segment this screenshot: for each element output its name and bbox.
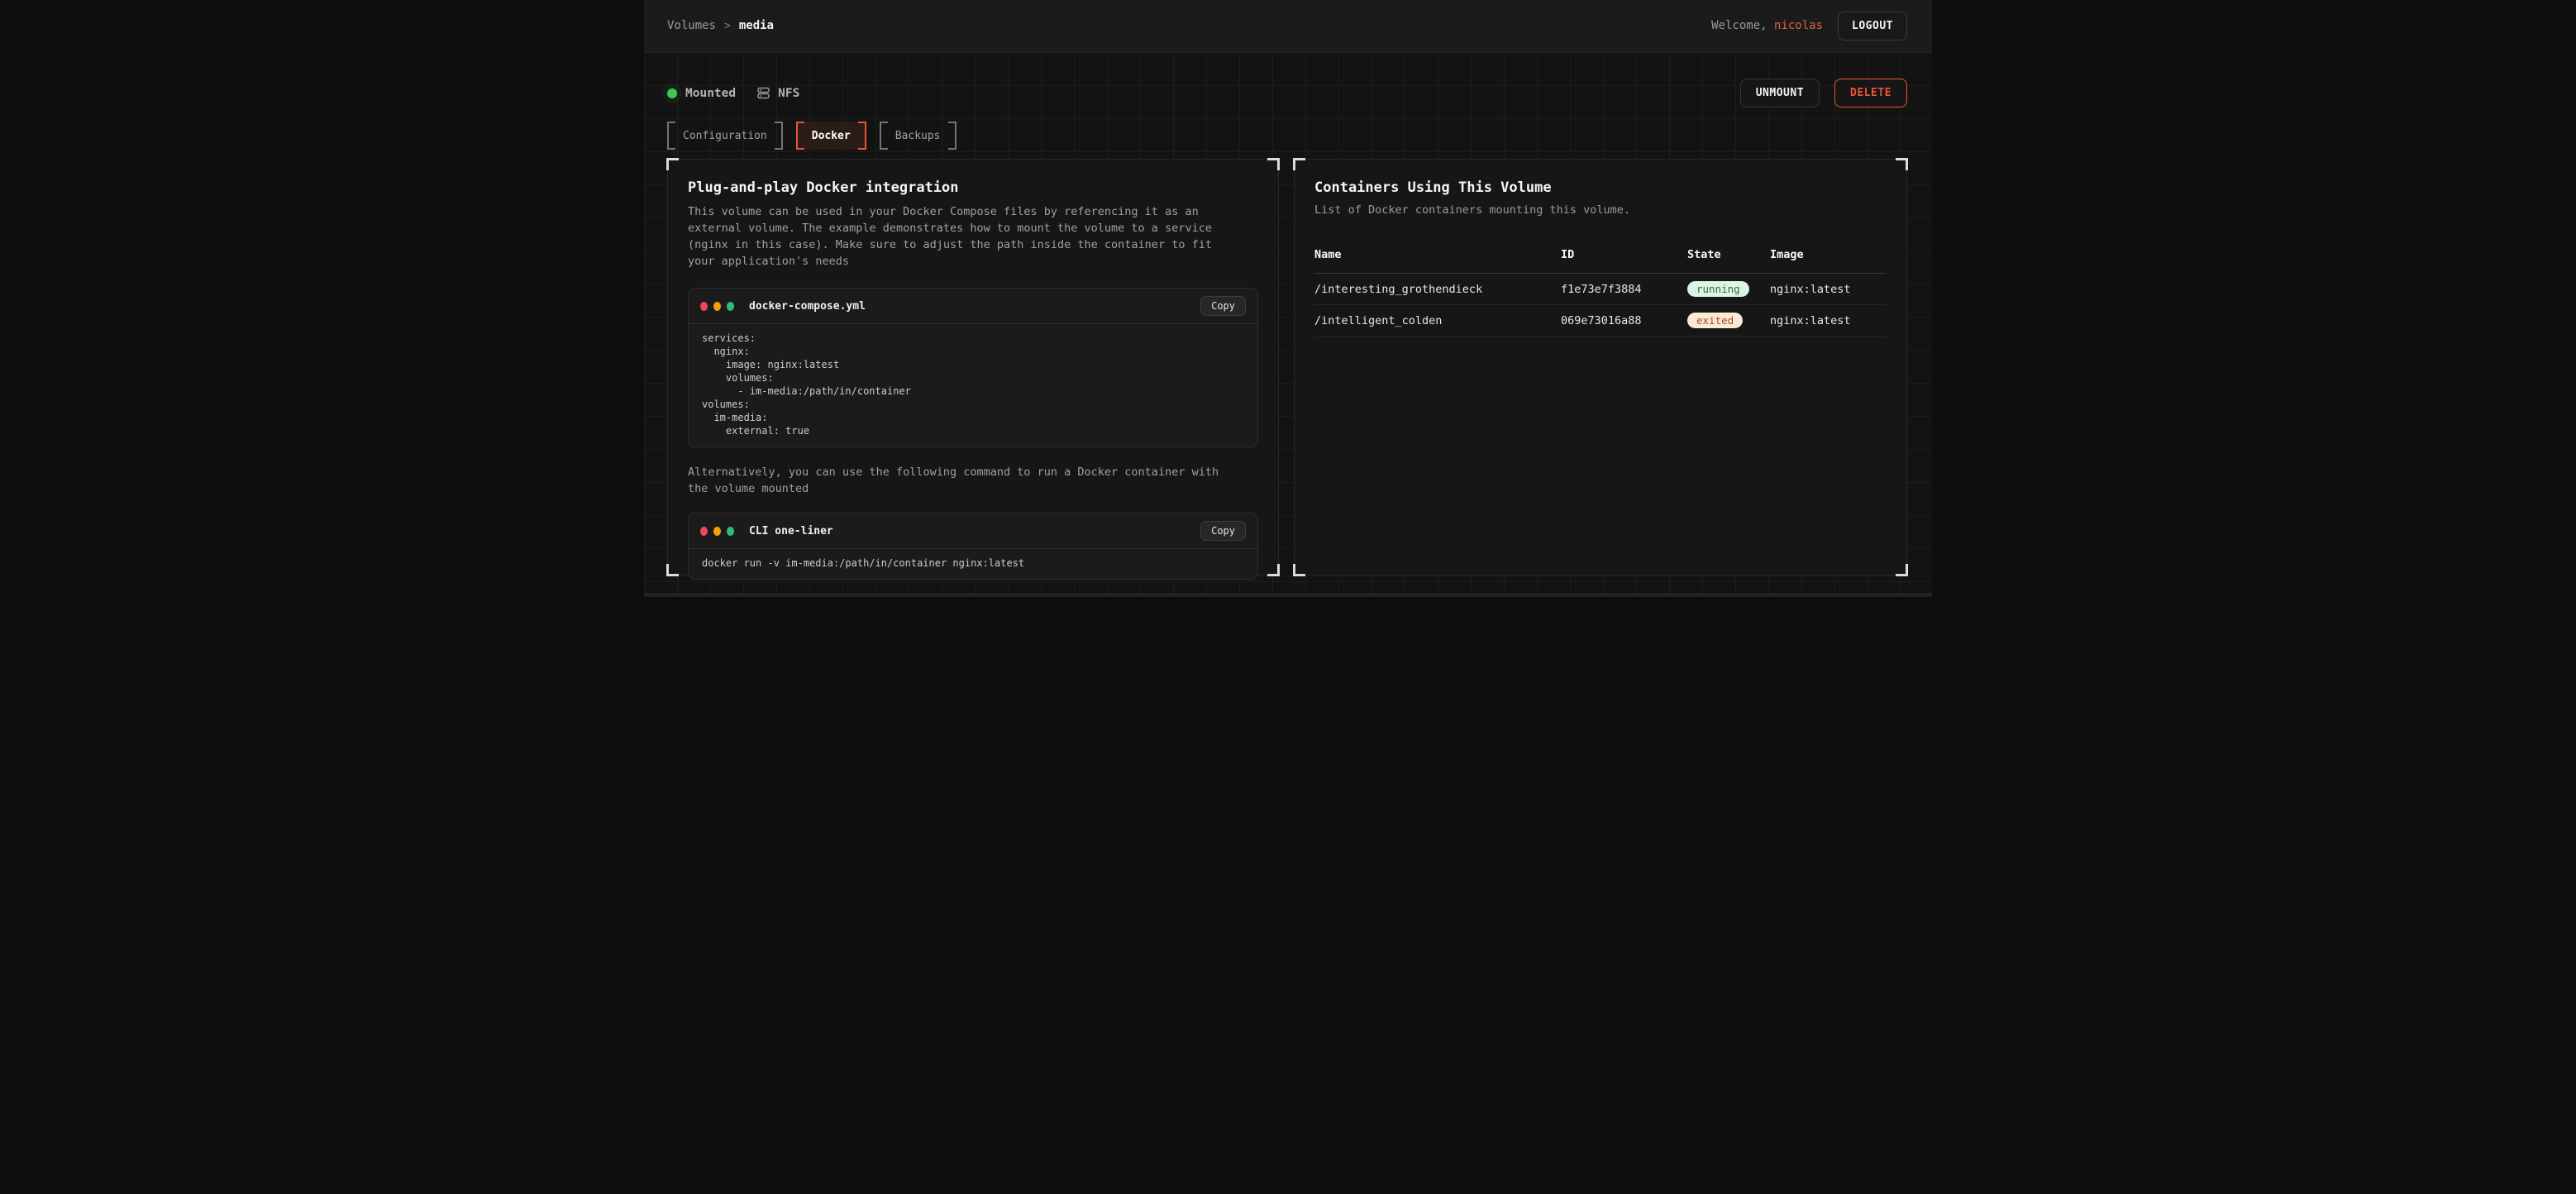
column-header-id: ID [1561,248,1687,261]
panel-corner-icon [1896,158,1908,170]
status-badge: running [1687,281,1749,297]
welcome-prefix: Welcome, [1711,19,1767,32]
unmount-button[interactable]: UNMOUNT [1740,79,1820,107]
driver-status: NFS [757,87,799,100]
top-bar: Volumes > media Welcome, nicolas LOGOUT [644,0,1932,52]
containers-table: Name ID State Image /interesting_grothen… [1314,241,1887,337]
table-row: /intelligent_colden 069e73016a88 exited … [1314,305,1887,337]
mounted-dot-icon [667,88,677,98]
containers-table-body: /interesting_grothendieck f1e73e7f3884 r… [1314,274,1887,337]
container-id: 069e73016a88 [1561,314,1687,327]
driver-label: NFS [778,87,799,100]
cli-intro-text: Alternatively, you can use the following… [688,464,1258,497]
panel-corner-icon [1896,564,1908,576]
table-row: /interesting_grothendieck f1e73e7f3884 r… [1314,274,1887,305]
containers-table-header: Name ID State Image [1314,241,1887,274]
container-name: /intelligent_colden [1314,314,1561,327]
traffic-lights-icon [700,302,734,311]
containers-panel-title: Containers Using This Volume [1314,179,1887,196]
panel-corner-icon [666,158,679,170]
status-badge: exited [1687,313,1743,328]
traffic-lights-icon [700,527,734,536]
compose-copy-button[interactable]: Copy [1200,296,1246,316]
docker-panel-title: Plug-and-play Docker integration [688,179,1258,196]
breadcrumb: Volumes > media [667,19,774,32]
container-state: exited [1687,313,1770,328]
docker-integration-panel: Plug-and-play Docker integration This vo… [667,159,1279,576]
tab-bar: Configuration Docker Backups [667,122,1907,150]
panel-corner-icon [1267,158,1280,170]
container-name: /interesting_grothendieck [1314,283,1561,296]
cli-code-header: CLI one-liner Copy [689,513,1257,549]
cli-code-block: CLI one-liner Copy docker run -v im-medi… [688,513,1258,580]
docker-panel-description: This volume can be used in your Docker C… [688,203,1258,270]
panel-corner-icon [1293,158,1305,170]
tab-configuration[interactable]: Configuration [667,122,783,150]
breadcrumb-separator-icon: > [724,20,731,32]
compose-filename: docker-compose.yml [749,300,866,313]
compose-code-block: docker-compose.yml Copy services: nginx:… [688,288,1258,447]
column-header-name: Name [1314,248,1561,261]
server-stack-icon [757,87,770,99]
cli-filename: CLI one-liner [749,525,833,537]
compose-code-content[interactable]: services: nginx: image: nginx:latest vol… [689,324,1257,447]
breadcrumb-current-volume: media [739,19,774,32]
cli-code-content[interactable]: docker run -v im-media:/path/in/containe… [689,549,1257,579]
containers-panel: Containers Using This Volume List of Doc… [1294,159,1907,576]
logout-button[interactable]: LOGOUT [1838,12,1907,41]
containers-panel-subtitle: List of Docker containers mounting this … [1314,203,1887,217]
compose-code-header: docker-compose.yml Copy [689,289,1257,324]
panel-corner-icon [1293,564,1305,576]
container-image: nginx:latest [1770,314,1887,327]
volume-detail-page: Volumes > media Welcome, nicolas LOGOUT … [644,0,1932,597]
panel-corner-icon [666,564,679,576]
cli-copy-button[interactable]: Copy [1200,521,1246,541]
column-header-state: State [1687,248,1770,261]
tab-backups[interactable]: Backups [880,122,956,150]
delete-button[interactable]: DELETE [1834,79,1907,107]
main-content: Mounted NFS UNMOUNT DELETE Configuration… [644,79,1932,576]
bottom-strip [644,593,1932,597]
container-id: f1e73e7f3884 [1561,283,1687,296]
column-header-image: Image [1770,248,1887,261]
mounted-label: Mounted [685,87,736,100]
top-bar-right: Welcome, nicolas LOGOUT [1711,12,1907,41]
breadcrumb-volumes-link[interactable]: Volumes [667,19,716,32]
status-action-row: Mounted NFS UNMOUNT DELETE [667,79,1907,107]
container-state: running [1687,281,1770,297]
tab-docker[interactable]: Docker [796,122,866,150]
username: nicolas [1774,19,1823,32]
panel-corner-icon [1267,564,1280,576]
panel-row: Plug-and-play Docker integration This vo… [667,159,1907,576]
container-image: nginx:latest [1770,283,1887,296]
mounted-status: Mounted [667,87,736,100]
welcome-text: Welcome, nicolas [1711,19,1823,32]
